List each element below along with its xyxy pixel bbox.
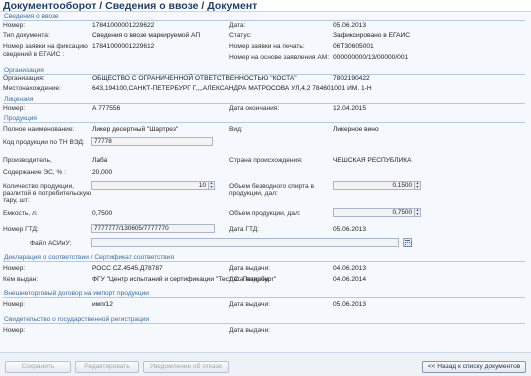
contract-issue-date: 05.06.2013	[333, 301, 367, 308]
section-license: Лицензия	[3, 96, 525, 104]
status-value: Зафиксировано в ЕГАИС	[333, 32, 411, 39]
section-import: Сведения о ввозе	[3, 13, 525, 21]
section-title: Внешнеторговый договор на импорт продукц…	[4, 290, 152, 297]
gtd-label: Номер ГТД:	[3, 226, 39, 233]
license-end-date: 12.04.2015	[333, 105, 367, 112]
section-title: Сведения о ввозе	[4, 13, 62, 20]
decl-issue-date: 04.06.2013	[333, 265, 367, 272]
spirit-label: Объем безводного спирта в	[229, 183, 314, 190]
ethanol-label: Содержание ЭС, % :	[3, 169, 67, 176]
import-date-label: Дата:	[229, 22, 246, 29]
section-declaration: Декларация о соответствии / Сертификат с…	[3, 254, 525, 262]
gtd-date-label: Дата ГТД:	[229, 226, 260, 233]
decl-issue-date-2: 04.06.2014	[333, 276, 367, 283]
save-button[interactable]: Сохранить	[5, 361, 71, 373]
qty-label: Количество продукции,	[3, 183, 75, 190]
decl-issue-label-2: Дата выдачи:	[229, 276, 270, 283]
section-title: Свидетельство о государственной регистра…	[4, 316, 153, 323]
qty-stepper[interactable]: ▲ ▼	[209, 181, 215, 190]
section-title: Декларация о соответствии / Сертификат с…	[4, 254, 178, 261]
org-label: Организация:	[3, 75, 45, 82]
capacity-label: Емкость, л:	[3, 210, 38, 217]
file-label: Файл АСИиУ:	[30, 240, 72, 247]
fix-request-label: Номер заявки на фиксацию	[3, 43, 88, 50]
qty-label-3: тару, шт:	[3, 197, 30, 204]
volume-label: Объем продукции, дал:	[229, 210, 301, 217]
location-label: Местонахождение:	[3, 85, 62, 92]
license-number-label: Номер:	[3, 105, 26, 112]
product-kind: Ликерное вино	[333, 126, 379, 133]
fix-request-number: 17841000001229612	[92, 43, 155, 50]
contract-issue-label: Дата выдачи:	[229, 301, 270, 308]
product-kind-label: Вид:	[229, 126, 243, 133]
spin-down-icon[interactable]: ▼	[415, 212, 420, 217]
import-number-label: Номер:	[3, 22, 26, 29]
spirit-field[interactable]: 0,1500	[333, 181, 415, 190]
basis-request-number: 000000000/13/00000/001	[333, 54, 409, 61]
decl-number: РОСС CZ.4545.Д78787	[92, 265, 163, 272]
org-name: ОБЩЕСТВО С ОГРАНИЧЕННОЙ ОТВЕТСТВЕННОСТЬЮ…	[92, 75, 297, 82]
spin-down-icon[interactable]: ▼	[209, 185, 214, 190]
capacity-value: 0,7500	[92, 210, 113, 217]
gtd-field[interactable]: 7777777/130605/7777770	[91, 224, 215, 233]
license-number: А 777556	[92, 105, 121, 112]
location-value: 643,194100,САНКТ-ПЕТЕРБУРГ Г,,,,АЛЕКСАНД…	[92, 85, 372, 92]
country-value: ЧЕШСКАЯ РЕСПУБЛИКА	[333, 157, 412, 164]
section-organization: Организация	[3, 67, 525, 75]
ethanol-value: 20,000	[92, 169, 113, 176]
title-bar: Документооборот / Сведения о ввозе / Док…	[0, 0, 531, 12]
volume-field[interactable]: 0,7500	[333, 208, 415, 217]
gtd-date: 05.06.2013	[333, 226, 367, 233]
spin-down-icon[interactable]: ▼	[415, 185, 420, 190]
section-title: Организация	[4, 67, 47, 74]
back-to-list-button[interactable]: << Назад к списку документов	[422, 361, 526, 373]
decl-issuer-label: Кем выдан:	[3, 276, 39, 283]
reg-number-label: Номер:	[3, 327, 26, 334]
status-label: Статус:	[229, 32, 252, 39]
qty-label-2: разлитой в потребительскую	[3, 190, 92, 197]
reg-issue-label: Дата выдачи:	[229, 327, 270, 334]
section-product: Продукция	[3, 115, 525, 123]
print-request-label: Номер заявки на печать:	[229, 43, 305, 50]
import-date: 05.06.2013	[333, 22, 367, 29]
section-title: Лицензия	[4, 96, 37, 103]
maker-value: Лаба	[92, 157, 108, 164]
product-code-label: Код продукции по ТН ВЭД:	[3, 139, 85, 146]
file-field[interactable]	[91, 238, 399, 247]
calendar-icon[interactable]	[403, 238, 412, 247]
page-title: Документооборот / Сведения о ввозе / Док…	[3, 0, 258, 12]
volume-stepper[interactable]: ▲ ▼	[415, 208, 421, 217]
product-name: Ликер десертный "Шартрез"	[92, 126, 179, 133]
action-bar: Сохранить Редактировать Уведомление об о…	[0, 352, 531, 376]
license-end-label: Дата окончания:	[229, 105, 280, 112]
qty-field[interactable]: 10	[91, 181, 209, 190]
org-code: 7802190422	[333, 75, 370, 82]
refusal-notice-button[interactable]: Уведомление об отказе	[143, 361, 229, 373]
edit-button[interactable]: Редактировать	[75, 361, 139, 373]
print-request-number: 06Т30605001	[333, 43, 374, 50]
import-number: 17841000001229622	[92, 22, 155, 29]
spirit-label-2: продукции, дал:	[229, 190, 278, 197]
fix-request-label-2: сведений в ЕГАИС :	[3, 51, 65, 58]
country-label: Страна происхождения:	[229, 157, 303, 164]
section-registration: Свидетельство о государственной регистра…	[3, 316, 525, 324]
spirit-stepper[interactable]: ▲ ▼	[415, 181, 421, 190]
doctype-label: Тип документа:	[3, 32, 50, 39]
decl-number-label: Номер:	[3, 265, 26, 272]
document-form: Сведения о ввозе Номер: 1784100000122962…	[0, 12, 531, 352]
section-title: Продукция	[4, 115, 40, 122]
doctype-value: Сведения о ввозе маркируемой АП	[92, 32, 201, 39]
decl-issue-label: Дата выдачи:	[229, 265, 270, 272]
contract-number-label: Номер:	[3, 301, 26, 308]
contract-number: имп/12	[92, 301, 113, 308]
section-contract: Внешнеторговый договор на импорт продукц…	[3, 290, 525, 298]
product-code-field[interactable]: 77778	[91, 137, 213, 146]
maker-label: Производитель,	[3, 157, 52, 164]
basis-request-label: Номер на основе заявления АМ:	[229, 54, 330, 61]
product-name-label: Полное наименование:	[3, 126, 75, 133]
